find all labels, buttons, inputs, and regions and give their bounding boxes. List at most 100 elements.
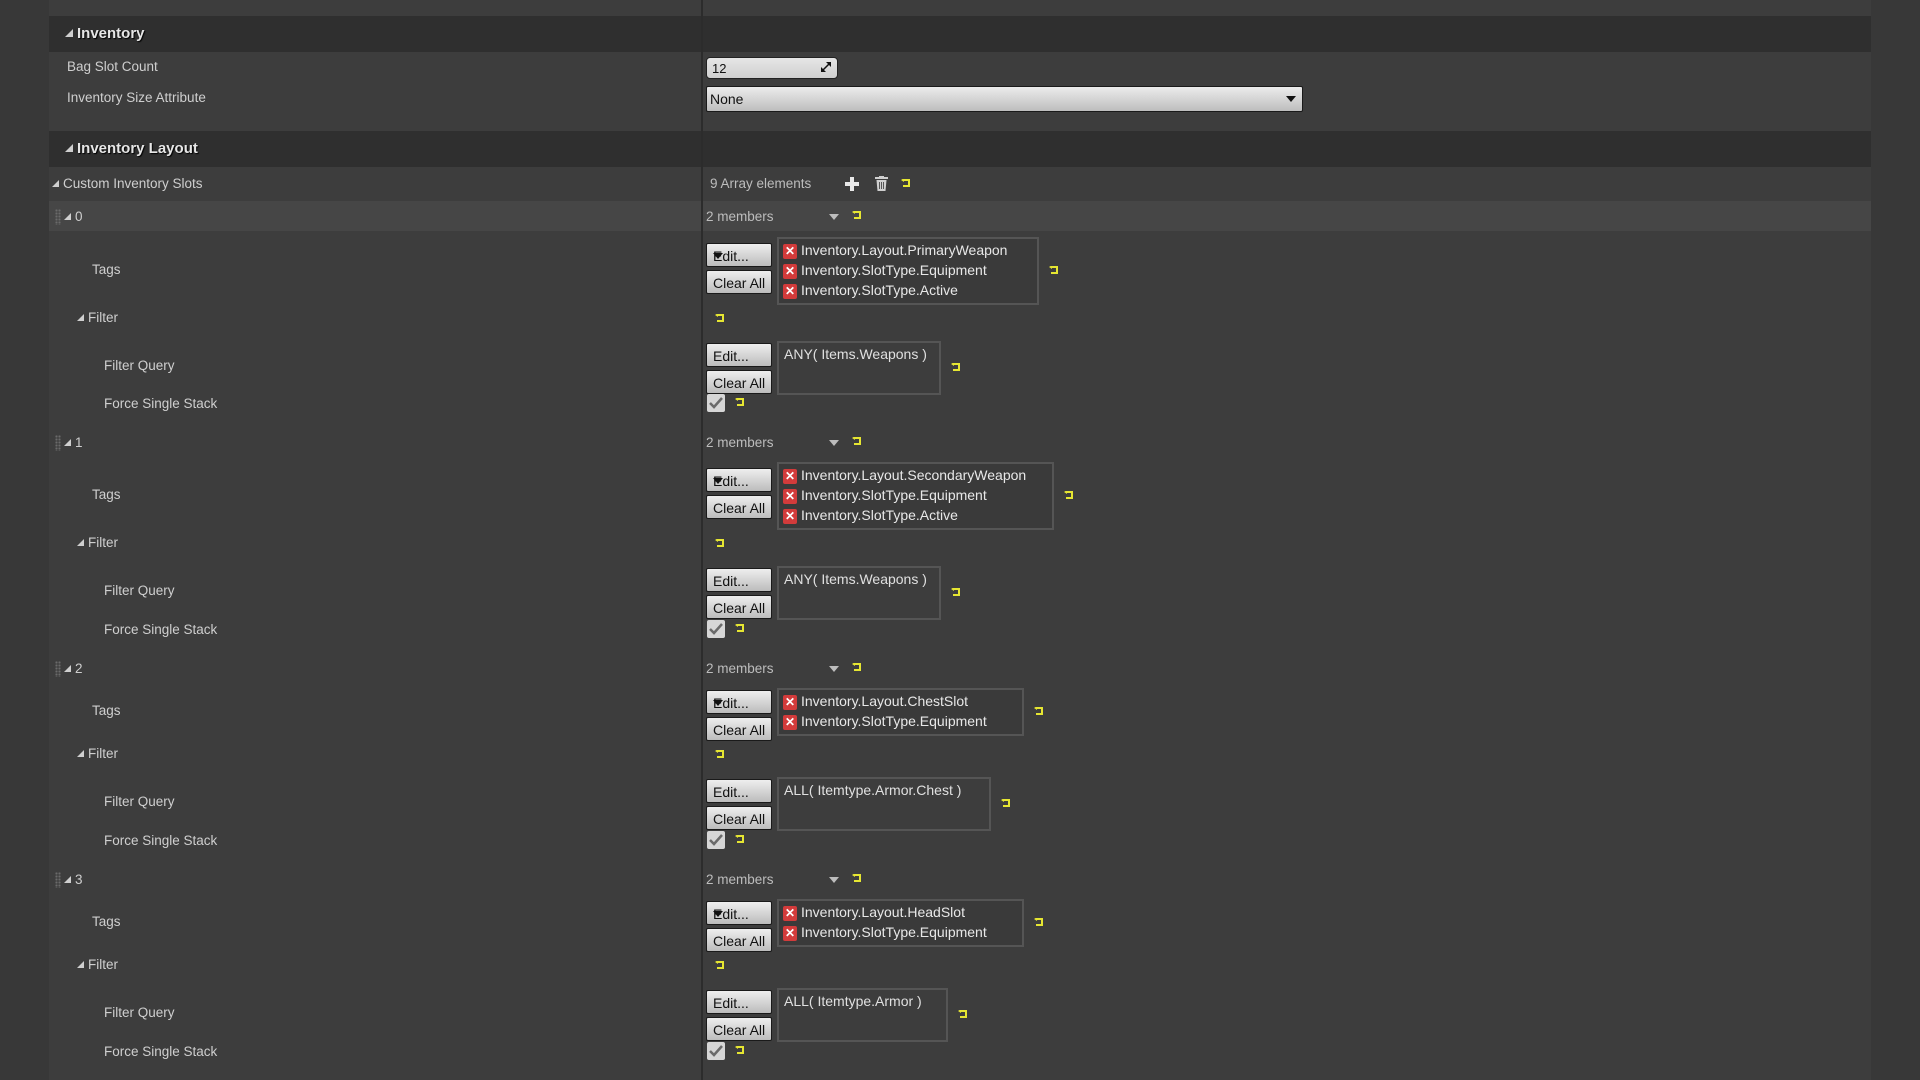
checkmark-icon	[709, 834, 723, 846]
bag-slot-count-input[interactable]: 12	[706, 57, 838, 79]
filter-label[interactable]: Filter	[77, 310, 118, 325]
chevron-down-icon[interactable]	[829, 214, 839, 220]
force-single-stack-checkbox[interactable]	[707, 831, 725, 849]
array-element-1[interactable]: 1	[64, 435, 83, 450]
clear-all-tags-button[interactable]: Clear All	[706, 270, 772, 294]
clear-all-query-button[interactable]: Clear All	[706, 1017, 772, 1041]
trash-icon[interactable]	[875, 176, 888, 191]
force-single-stack-checkbox[interactable]	[707, 1042, 725, 1060]
reset-to-default-icon[interactable]	[1064, 491, 1074, 500]
reset-to-default-icon[interactable]	[852, 663, 862, 672]
tag-text: Inventory.SlotType.Equipment	[801, 487, 987, 503]
reset-to-default-icon[interactable]	[901, 179, 911, 188]
array-element-index: 0	[75, 209, 83, 224]
reset-to-default-icon[interactable]	[852, 437, 862, 446]
inventory-size-attribute-dropdown[interactable]: None	[706, 86, 1303, 112]
checkmark-icon	[709, 623, 723, 635]
drag-handle-icon[interactable]	[55, 209, 61, 225]
filter-query-box: ALL( Itemtype.Armor.Chest )	[777, 777, 991, 831]
expand-triangle-icon	[65, 144, 73, 152]
remove-tag-icon[interactable]: ✕	[783, 264, 797, 279]
force-single-stack-label: Force Single Stack	[104, 1044, 218, 1059]
array-element-2[interactable]: 2	[64, 661, 83, 676]
edit-query-button[interactable]: Edit...	[706, 343, 772, 367]
remove-tag-icon[interactable]: ✕	[783, 695, 797, 710]
reset-to-default-icon[interactable]	[735, 1046, 745, 1055]
reset-to-default-icon[interactable]	[951, 363, 961, 372]
expand-triangle-icon	[77, 539, 84, 546]
clear-all-query-button[interactable]: Clear All	[706, 806, 772, 830]
dropdown-value: None	[710, 91, 744, 107]
reset-to-default-icon[interactable]	[715, 314, 725, 323]
spin-arrows-icon[interactable]	[821, 62, 831, 72]
reset-to-default-icon[interactable]	[1034, 918, 1044, 927]
gameplay-tag: ✕ Inventory.SlotType.Equipment	[779, 923, 1022, 943]
clear-all-tags-button[interactable]: Clear All	[706, 495, 772, 519]
members-summary: 2 members	[706, 435, 774, 450]
array-element-0[interactable]: 0	[64, 209, 83, 224]
filter-label[interactable]: Filter	[77, 535, 118, 550]
edit-tags-button[interactable]: Edit...	[706, 901, 772, 925]
reset-to-default-icon[interactable]	[852, 874, 862, 883]
edit-query-button[interactable]: Edit...	[706, 568, 772, 592]
clear-all-tags-button[interactable]: Clear All	[706, 717, 772, 741]
clear-all-tags-button[interactable]: Clear All	[706, 928, 772, 952]
chevron-down-icon[interactable]	[829, 877, 839, 883]
reset-to-default-icon[interactable]	[715, 750, 725, 759]
reset-to-default-icon[interactable]	[715, 539, 725, 548]
drag-handle-icon[interactable]	[55, 872, 61, 888]
chevron-down-icon	[713, 700, 723, 706]
filter-label[interactable]: Filter	[77, 957, 118, 972]
reset-to-default-icon[interactable]	[715, 961, 725, 970]
filter-label[interactable]: Filter	[77, 746, 118, 761]
remove-tag-icon[interactable]: ✕	[783, 906, 797, 921]
force-single-stack-checkbox[interactable]	[707, 394, 725, 412]
reset-to-default-icon[interactable]	[1049, 266, 1059, 275]
chevron-down-icon[interactable]	[829, 440, 839, 446]
reset-to-default-icon[interactable]	[1034, 707, 1044, 716]
members-summary: 2 members	[706, 661, 774, 676]
reset-to-default-icon[interactable]	[735, 624, 745, 633]
remove-tag-icon[interactable]: ✕	[783, 509, 797, 524]
chevron-down-icon	[713, 253, 723, 259]
filter-query-label: Filter Query	[104, 358, 175, 373]
clear-all-query-button[interactable]: Clear All	[706, 370, 772, 394]
remove-tag-icon[interactable]: ✕	[783, 926, 797, 941]
force-single-stack-checkbox[interactable]	[707, 620, 725, 638]
members-summary: 2 members	[706, 209, 774, 224]
remove-tag-icon[interactable]: ✕	[783, 469, 797, 484]
custom-inventory-slots-label[interactable]: Custom Inventory Slots	[52, 176, 203, 191]
remove-tag-icon[interactable]: ✕	[783, 284, 797, 299]
clear-all-query-button[interactable]: Clear All	[706, 595, 772, 619]
tag-text: Inventory.SlotType.Equipment	[801, 713, 987, 729]
edit-tags-button[interactable]: Edit...	[706, 690, 772, 714]
filter-query-text: ALL( Itemtype.Armor )	[784, 993, 922, 1009]
add-icon[interactable]	[845, 177, 859, 191]
edit-label: Edit...	[713, 348, 749, 364]
filter-query-text: ANY( Items.Weapons )	[784, 346, 927, 362]
column-splitter[interactable]	[701, 0, 703, 1080]
drag-handle-icon[interactable]	[55, 661, 61, 677]
edit-query-button[interactable]: Edit...	[706, 779, 772, 803]
reset-to-default-icon[interactable]	[735, 835, 745, 844]
reset-to-default-icon[interactable]	[958, 1010, 968, 1019]
reset-to-default-icon[interactable]	[951, 588, 961, 597]
reset-to-default-icon[interactable]	[1001, 799, 1011, 808]
reset-to-default-icon[interactable]	[852, 211, 862, 220]
clear-all-label: Clear All	[713, 811, 766, 827]
edit-tags-button[interactable]: Edit...	[706, 243, 772, 267]
custom-inventory-slots-text: Custom Inventory Slots	[63, 176, 203, 191]
filter-query-box: ANY( Items.Weapons )	[777, 341, 941, 395]
edit-tags-button[interactable]: Edit...	[706, 468, 772, 492]
chevron-down-icon[interactable]	[829, 666, 839, 672]
remove-tag-icon[interactable]: ✕	[783, 244, 797, 259]
category-inventory[interactable]: Inventory	[49, 16, 1871, 52]
array-element-3[interactable]: 3	[64, 872, 83, 887]
edit-query-button[interactable]: Edit...	[706, 990, 772, 1014]
drag-handle-icon[interactable]	[55, 435, 61, 451]
reset-to-default-icon[interactable]	[735, 398, 745, 407]
members-summary: 2 members	[706, 872, 774, 887]
remove-tag-icon[interactable]: ✕	[783, 489, 797, 504]
remove-tag-icon[interactable]: ✕	[783, 715, 797, 730]
category-inventory-layout[interactable]: Inventory Layout	[49, 131, 1871, 167]
